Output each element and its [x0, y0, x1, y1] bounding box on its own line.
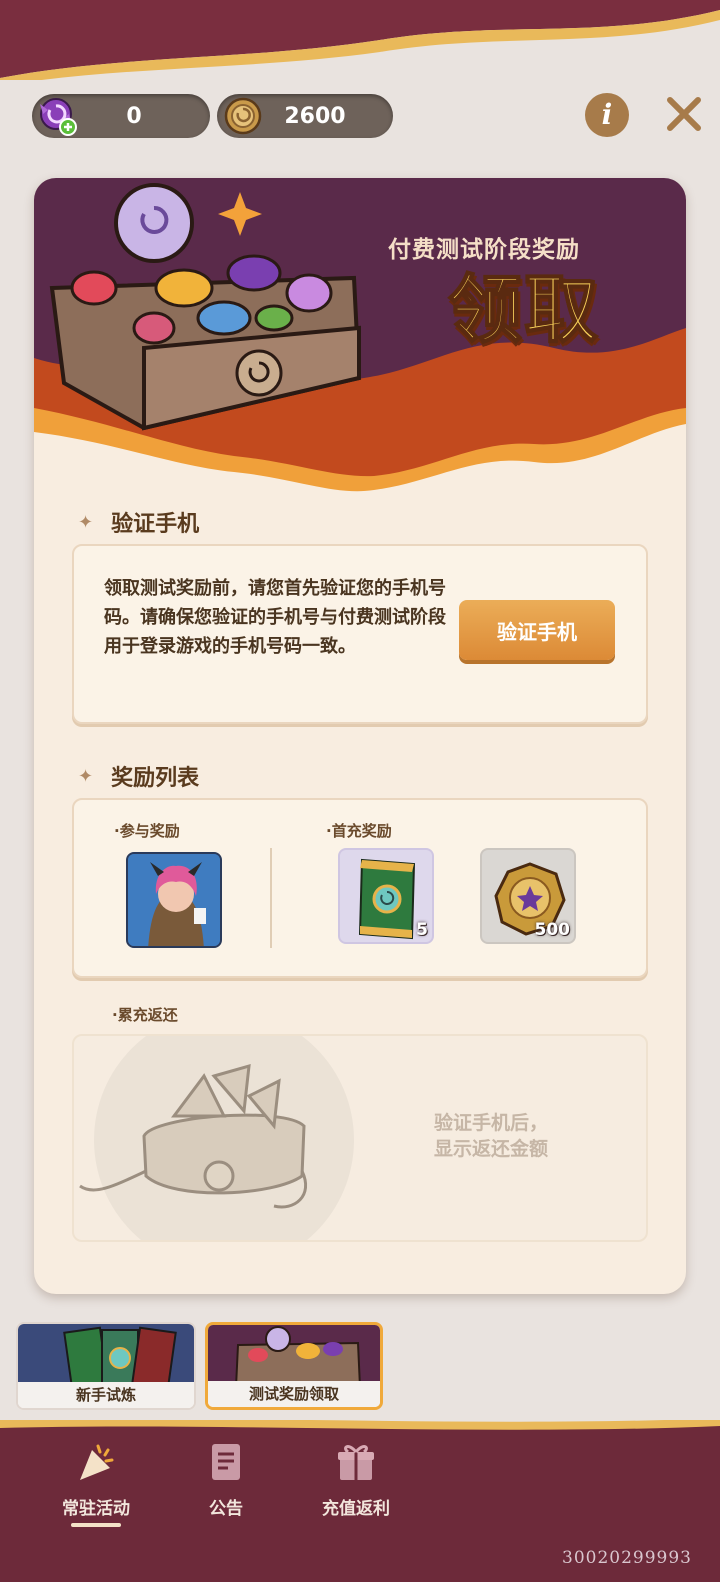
verify-section-title-text: 验证手机 [111, 512, 200, 537]
character-portrait-icon [128, 854, 220, 946]
test-reward-thumbnail [208, 1325, 380, 1387]
nav-announcements-label: 公告 [209, 1499, 243, 1519]
refund-message-line2: 显示返还金额 [434, 1138, 549, 1160]
candy-plus-icon [40, 98, 77, 136]
sparkle-icon: ✦ [78, 765, 94, 787]
participation-reward-label: ·参与奖励 [114, 822, 180, 840]
verify-description: 领取测试奖励前，请您首先验证您的手机号码。请确保您验证的手机号与付费测试阶段用于… [104, 578, 446, 657]
reward-item-character[interactable] [126, 852, 222, 948]
refund-message: 验证手机后， 显示返还金额 [434, 1110, 548, 1162]
reward-item-gold-coin[interactable]: 500 [480, 848, 576, 944]
nav-recharge-rebate-label: 充值返利 [322, 1499, 390, 1519]
verify-section-title: ✦ 验证手机 [78, 506, 199, 538]
nav-regular-events[interactable]: 常驻活动 [36, 1440, 156, 1527]
nav-recharge-rebate[interactable]: 充值返利 [296, 1440, 416, 1519]
reward-divider [270, 848, 272, 948]
cumulative-refund-label: ·累充返还 [112, 1006, 178, 1024]
novice-trial-thumbnail [18, 1324, 194, 1386]
banner-subtitle: 付费测试阶段奖励 [388, 237, 580, 263]
coin-currency-pill[interactable]: 2600 [217, 94, 393, 138]
candy-currency-pill[interactable]: 0 [32, 94, 210, 138]
empty-box-illustration [79, 1036, 354, 1240]
gold-coin-icon [224, 97, 262, 135]
verify-panel: 领取测试奖励前，请您首先验证您的手机号码。请确保您验证的手机号与付费测试阶段用于… [72, 544, 648, 724]
document-icon [212, 1444, 240, 1480]
nav-announcements[interactable]: 公告 [166, 1440, 286, 1519]
tab-test-reward-claim-label: 测试奖励领取 [208, 1381, 380, 1407]
rewards-section-title: ✦ 奖励列表 [78, 760, 199, 792]
gift-icon [338, 1445, 374, 1480]
tab-novice-trial-label: 新手试炼 [18, 1382, 194, 1408]
watermark-id: 30020299993 [562, 1548, 692, 1568]
banner-title: 领取 [447, 267, 600, 353]
reward-count: 5 [416, 920, 428, 940]
refund-message-line1: 验证手机后， [434, 1112, 549, 1134]
info-icon[interactable]: i [585, 93, 629, 137]
reward-claim-card: 付费测试阶段奖励 领取 ✦ 验证手机 领取测试奖励前，请您首先验证您的手机号码。… [34, 178, 686, 1294]
first-recharge-reward-label: ·首充奖励 [326, 822, 392, 840]
tab-test-reward-claim[interactable]: 测试奖励领取 [205, 1322, 383, 1410]
reward-item-card-pack[interactable]: 5 [338, 848, 434, 944]
close-icon[interactable] [664, 94, 704, 134]
rewards-panel: ·参与奖励 ·首充奖励 5 500 [72, 798, 648, 978]
verify-phone-button[interactable]: 验证手机 [459, 600, 615, 660]
party-popper-icon [80, 1444, 114, 1480]
top-decoration [0, 0, 720, 80]
nav-regular-events-label: 常驻活动 [62, 1499, 130, 1519]
refund-panel: 验证手机后， 显示返还金额 [72, 1034, 648, 1242]
nav-active-indicator [71, 1523, 121, 1527]
reward-count: 500 [534, 920, 571, 940]
tab-novice-trial[interactable]: 新手试炼 [16, 1322, 196, 1410]
rewards-section-title-text: 奖励列表 [111, 766, 200, 791]
sparkle-icon: ✦ [78, 511, 94, 533]
